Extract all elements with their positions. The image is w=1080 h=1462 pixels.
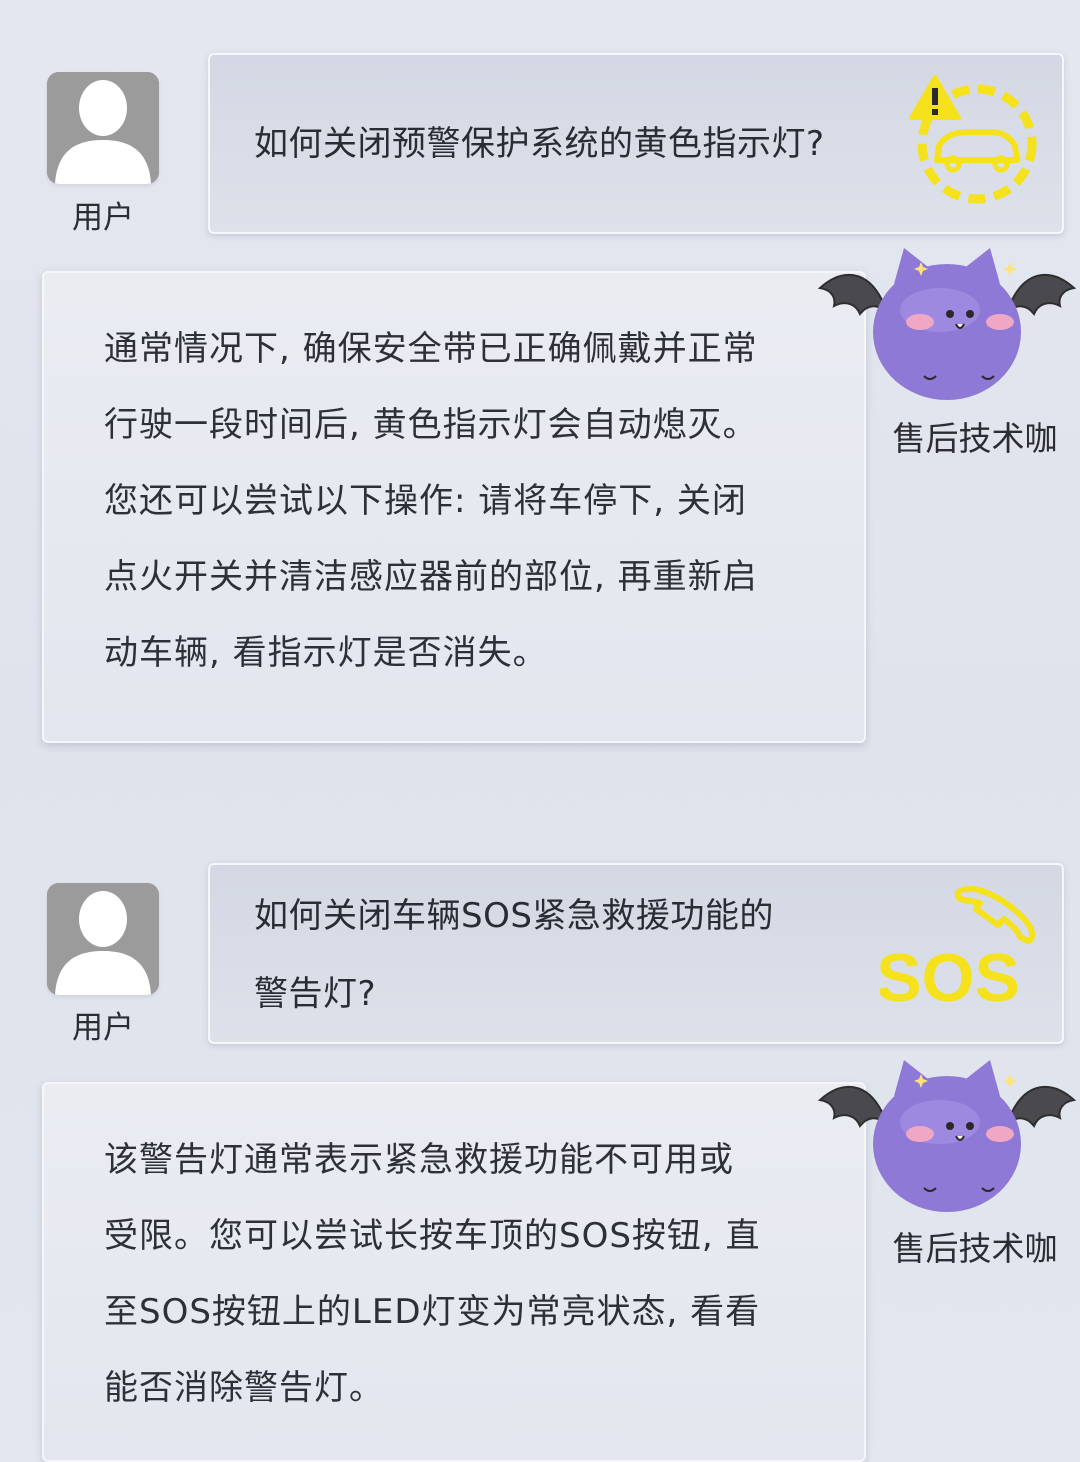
user-avatar: [47, 883, 159, 995]
answer-line: 点火开关并清洁感应器前的部位, 再重新启: [104, 557, 758, 597]
question-text: 如何关闭车辆SOS紧急救援功能的 警告灯?: [254, 877, 774, 1033]
user-label: 用户: [72, 1010, 134, 1046]
agent-label: 售后技术咖: [892, 419, 1058, 458]
answer-line: 受限。您可以尝试长按车顶的SOS按钮, 直: [104, 1216, 761, 1256]
answer-line: 通常情况下, 确保安全带已正确佩戴并正常: [104, 329, 758, 369]
question-line: 警告灯?: [254, 974, 377, 1014]
question-line: 如何关闭预警保护系统的黄色指示灯?: [254, 124, 825, 164]
user-silhouette-icon: [47, 72, 159, 184]
question-text: 如何关闭预警保护系统的黄色指示灯?: [254, 105, 825, 183]
answer-text: 通常情况下, 确保安全带已正确佩戴并正常 行驶一段时间后, 黄色指示灯会自动熄灭…: [104, 311, 758, 691]
answer-bubble: 通常情况下, 确保安全带已正确佩戴并正常 行驶一段时间后, 黄色指示灯会自动熄灭…: [42, 271, 866, 743]
user-avatar: [47, 72, 159, 184]
answer-line: 能否消除警告灯。: [104, 1368, 384, 1408]
user-label: 用户: [72, 200, 134, 236]
answer-line: 动车辆, 看指示灯是否消失。: [104, 633, 548, 673]
warning-car-indicator-icon: [905, 72, 1040, 211]
answer-line: 您还可以尝试以下操作: 请将车停下, 关闭: [104, 481, 747, 521]
sos-label: SOS: [880, 940, 1020, 1015]
agent-label: 售后技术咖: [892, 1229, 1058, 1268]
answer-text: 该警告灯通常表示紧急救援功能不可用或 受限。您可以尝试长按车顶的SOS按钮, 直…: [104, 1122, 761, 1426]
answer-bubble: 该警告灯通常表示紧急救援功能不可用或 受限。您可以尝试长按车顶的SOS按钮, 直…: [42, 1082, 866, 1462]
user-silhouette-icon: [47, 883, 159, 995]
answer-line: 至SOS按钮上的LED灯变为常亮状态, 看看: [104, 1292, 761, 1332]
answer-line: 该警告灯通常表示紧急救援功能不可用或: [104, 1140, 734, 1180]
answer-line: 行驶一段时间后, 黄色指示灯会自动熄灭。: [104, 405, 758, 445]
bat-mascot-icon: [817, 248, 1077, 400]
bat-mascot-avatar: [812, 1052, 1080, 1222]
bat-mascot-avatar: [812, 240, 1080, 410]
sos-phone-icon: SOS: [876, 885, 1040, 1019]
bat-mascot-icon: [817, 1060, 1077, 1212]
question-line: 如何关闭车辆SOS紧急救援功能的: [254, 896, 774, 936]
